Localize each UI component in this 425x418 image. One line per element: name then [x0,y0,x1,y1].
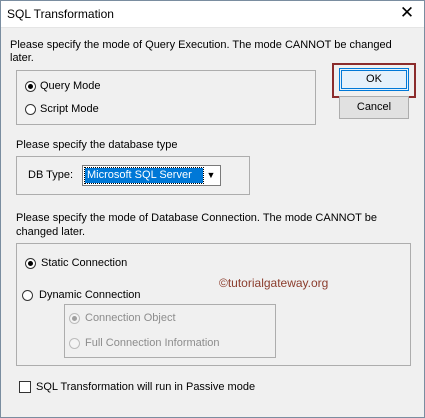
cancel-button-label: Cancel [356,101,392,113]
window-title: SQL Transformation [7,7,114,21]
cancel-button[interactable]: Cancel [339,96,409,119]
title-bar[interactable]: SQL Transformation ✕ [1,1,424,28]
chevron-down-icon[interactable]: ▼ [203,167,219,184]
ok-button[interactable]: OK [339,68,409,91]
db-type-label: DB Type: [28,169,74,181]
query-mode-label[interactable]: Query Mode [40,80,101,92]
dynamic-connection-label[interactable]: Dynamic Connection [39,289,141,301]
query-mode-radio[interactable] [25,81,36,92]
database-type-prompt: Please specify the database type [16,139,178,151]
full-connection-info-label[interactable]: Full Connection Information [85,337,220,349]
passive-mode-label[interactable]: SQL Transformation will run in Passive m… [36,381,255,393]
query-execution-prompt: Please specify the mode of Query Executi… [10,39,392,64]
sql-transformation-dialog: SQL Transformation ✕ Please specify the … [0,0,425,418]
connection-object-label[interactable]: Connection Object [85,312,176,324]
watermark-text: ©tutorialgateway.org [219,276,329,290]
script-mode-radio[interactable] [25,104,36,115]
connection-object-radio[interactable] [69,313,80,324]
db-type-select[interactable]: Microsoft SQL Server ▼ [82,165,221,186]
close-icon[interactable]: ✕ [390,1,424,27]
passive-mode-checkbox[interactable] [19,381,31,393]
db-connection-prompt: Please specify the mode of Database Conn… [16,212,377,238]
static-connection-radio[interactable] [25,258,36,269]
dynamic-connection-radio[interactable] [22,290,33,301]
static-connection-label[interactable]: Static Connection [41,257,127,269]
script-mode-label[interactable]: Script Mode [40,103,99,115]
query-mode-group [16,70,316,125]
ok-button-label: OK [366,73,382,85]
full-connection-info-radio[interactable] [69,338,80,349]
db-type-selected-value: Microsoft SQL Server [84,167,204,184]
